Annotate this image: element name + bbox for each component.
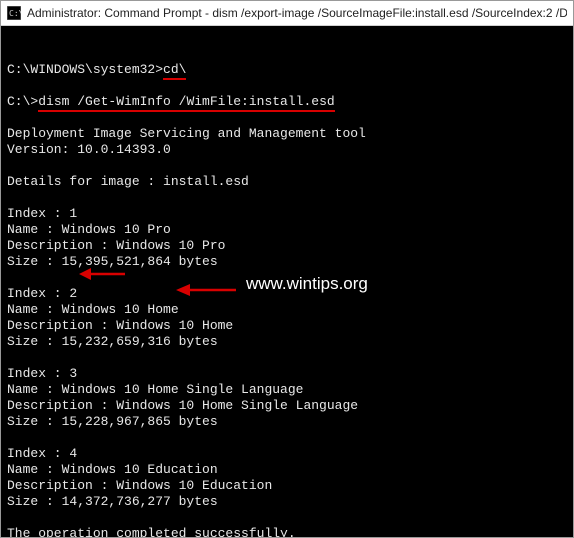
blank-line — [7, 46, 15, 61]
index4-size: Size : 14,372,736,277 bytes — [7, 494, 218, 509]
details-line: Details for image : install.esd — [7, 174, 249, 189]
index3-name: Name : Windows 10 Home Single Language — [7, 382, 303, 397]
prompt-path: C:\> — [7, 94, 38, 109]
command-prompt-window: C:\ Administrator: Command Prompt - dism… — [0, 0, 574, 538]
tool-name-line: Deployment Image Servicing and Managemen… — [7, 126, 366, 141]
svg-text:C:\: C:\ — [9, 9, 21, 18]
index2-size: Size : 15,232,659,316 bytes — [7, 334, 218, 349]
version-line: Version: 10.0.14393.0 — [7, 142, 171, 157]
cmd-dism: dism /Get-WimInfo /WimFile:install.esd — [38, 94, 334, 112]
success-line: The operation completed successfully. — [7, 526, 296, 537]
index1-index: Index : 1 — [7, 206, 77, 221]
prompt-path: C:\WINDOWS\system32> — [7, 62, 163, 77]
index4-desc: Description : Windows 10 Education — [7, 478, 272, 493]
index2-index: Index : 2 — [7, 286, 77, 301]
cmd-cd: cd\ — [163, 62, 186, 80]
index1-desc: Description : Windows 10 Pro — [7, 238, 225, 253]
index2-desc: Description : Windows 10 Home — [7, 318, 233, 333]
index3-index: Index : 3 — [7, 366, 77, 381]
index3-size: Size : 15,228,967,865 bytes — [7, 414, 218, 429]
titlebar[interactable]: C:\ Administrator: Command Prompt - dism… — [1, 1, 573, 26]
watermark-text: www.wintips.org — [246, 276, 368, 292]
index3-desc: Description : Windows 10 Home Single Lan… — [7, 398, 358, 413]
arrow-annotation-name2 — [176, 281, 238, 299]
cmd-icon: C:\ — [7, 6, 21, 20]
index2-name-prefix: Name : — [7, 302, 62, 317]
index1-name: Name : Windows 10 Pro — [7, 222, 171, 237]
index1-size: Size : 15,395,521,864 bytes — [7, 254, 218, 269]
console-output[interactable]: C:\WINDOWS\system32>cd\ C:\>dism /Get-Wi… — [1, 26, 573, 537]
index4-index: Index : 4 — [7, 446, 77, 461]
index2-name-value: Windows 10 Home — [62, 302, 179, 317]
window-title: Administrator: Command Prompt - dism /ex… — [27, 6, 567, 20]
index4-name: Name : Windows 10 Education — [7, 462, 218, 477]
